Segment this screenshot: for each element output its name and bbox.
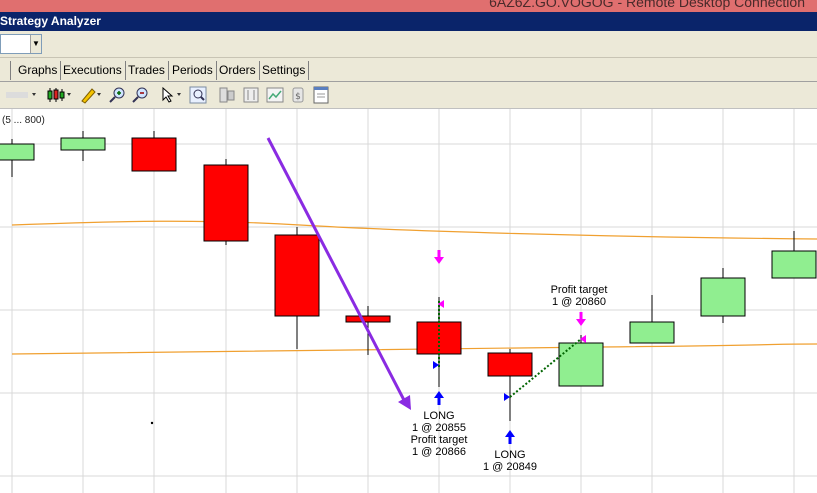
execution-type: Profit target <box>410 434 468 446</box>
execution-detail: 1 @ 20866 <box>412 446 466 458</box>
pointer-icon[interactable] <box>160 86 186 104</box>
remote-desktop-title-bar: 6AZ6Z.GO.VOGOG - Remote Desktop Connecti… <box>0 0 817 12</box>
candle-up <box>700 268 746 323</box>
window-title-bar[interactable]: Strategy Analyzer <box>0 12 817 31</box>
candle-up <box>558 335 604 387</box>
execution-type: Profit target <box>550 284 608 296</box>
execution-type: LONG <box>423 410 455 422</box>
candle-down <box>274 227 320 349</box>
execution-label: Profit target 1 @ 20860 <box>547 284 611 308</box>
zoom-out-icon[interactable] <box>131 86 149 104</box>
sell-arrow-icon <box>434 250 444 264</box>
tab-previous[interactable] <box>0 61 11 80</box>
tab-periods[interactable]: Periods <box>169 61 217 80</box>
tab-settings[interactable]: Settings <box>259 61 310 80</box>
moving-average-line <box>11 220 817 240</box>
panel-icon[interactable] <box>242 86 260 104</box>
execution-detail: 1 @ 20860 <box>552 296 606 308</box>
execution-type: LONG <box>494 449 526 461</box>
stray-dot <box>150 421 154 425</box>
bar-type-icon[interactable] <box>4 86 38 104</box>
candlestick-icon[interactable] <box>46 86 74 104</box>
zoom-region-icon[interactable] <box>189 86 207 104</box>
execution-detail: 1 @ 20849 <box>483 461 537 473</box>
tab-bar: Graphs Executions Trades Periods Orders … <box>0 58 817 82</box>
chart-caption: (5 ... 800) <box>2 115 45 126</box>
moving-average-line <box>11 343 817 355</box>
tab-orders[interactable]: Orders <box>216 61 260 80</box>
remote-desktop-title: 6AZ6Z.GO.VOGOG - Remote Desktop Connecti… <box>489 0 805 10</box>
chevron-down-icon[interactable]: ▼ <box>30 35 41 53</box>
selector-bar: ▼ <box>0 31 817 58</box>
chart-toolbar: $ <box>0 82 817 109</box>
strategy-icon[interactable]: $ <box>289 86 307 104</box>
entry-marker-icon <box>504 393 510 401</box>
candle-down <box>203 159 249 245</box>
execution-detail: 1 @ 20855 <box>412 422 466 434</box>
candle-down <box>487 349 533 421</box>
chart-properties-icon[interactable] <box>266 86 284 104</box>
properties-icon[interactable] <box>312 86 330 104</box>
execution-label: LONG 1 @ 20849 <box>478 449 542 473</box>
tab-executions[interactable]: Executions <box>60 61 126 80</box>
tab-graphs[interactable]: Graphs <box>15 61 62 80</box>
svg-text:$: $ <box>295 92 301 102</box>
execution-label: LONG 1 @ 20855 Profit target 1 @ 20866 <box>409 410 469 458</box>
draw-pencil-icon[interactable] <box>80 86 104 104</box>
window-title: Strategy Analyzer <box>0 14 101 28</box>
buy-arrow-icon <box>505 430 515 444</box>
sell-arrow-icon <box>576 312 586 326</box>
strategy-select[interactable]: ▼ <box>0 34 42 54</box>
price-chart[interactable]: (5 ... 800) LONG 1 @ 20855 Profit target… <box>0 109 817 493</box>
candle-up <box>60 131 106 161</box>
data-box-icon[interactable] <box>218 86 236 104</box>
zoom-in-icon[interactable] <box>108 86 126 104</box>
candle-down <box>131 131 177 172</box>
candle-up <box>629 295 675 344</box>
candle-up <box>0 139 35 177</box>
tab-trades[interactable]: Trades <box>125 61 169 80</box>
